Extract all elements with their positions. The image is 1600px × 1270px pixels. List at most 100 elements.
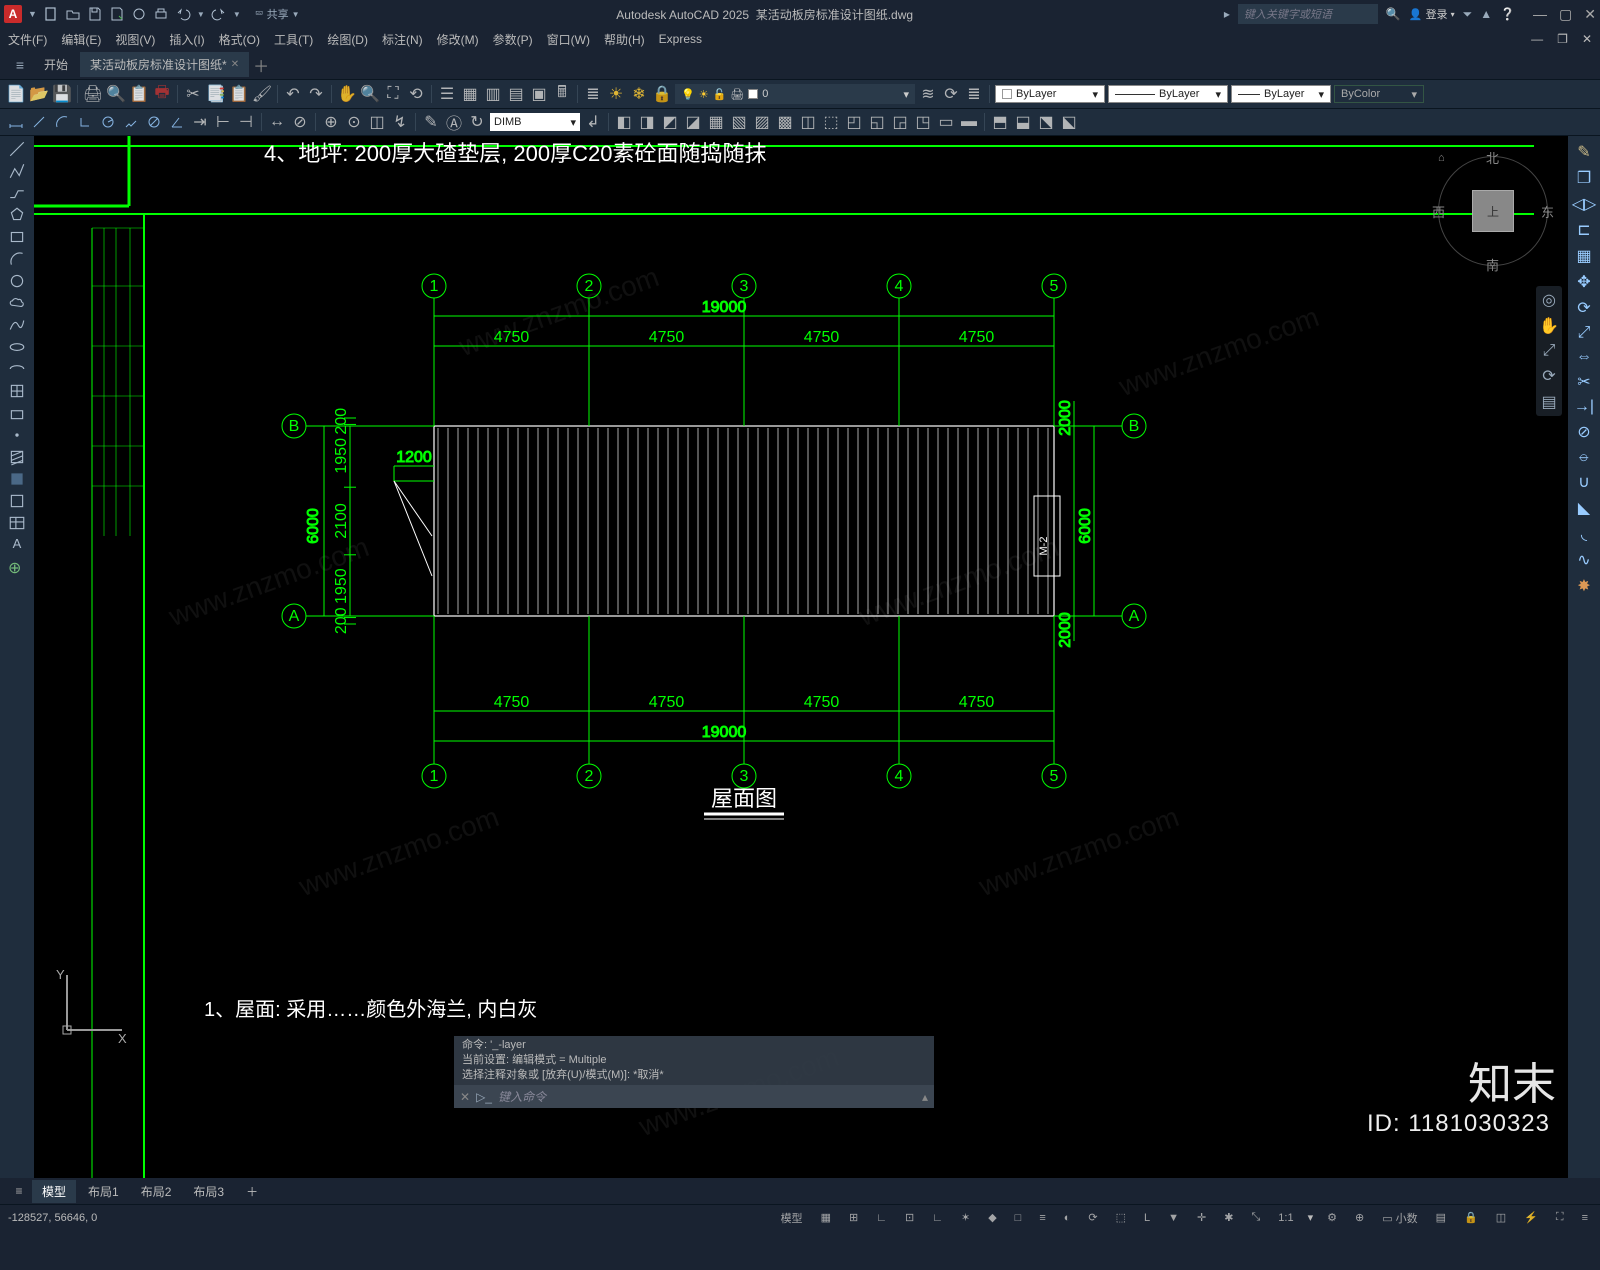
linetype-dropdown[interactable]: ByLayer▾: [1108, 85, 1228, 103]
dim-jogged-icon[interactable]: [121, 112, 141, 132]
tool-c-icon[interactable]: ◩: [660, 112, 680, 132]
table-icon[interactable]: [8, 514, 26, 532]
viewcube-top[interactable]: 上: [1472, 190, 1514, 232]
layer-lock-icon[interactable]: 🔒: [652, 84, 672, 104]
workspace-icon[interactable]: ⚙: [1323, 1209, 1341, 1226]
doc-close-icon[interactable]: ✕: [1582, 32, 1592, 46]
centermark-icon[interactable]: ⊙: [344, 112, 364, 132]
fillet-icon[interactable]: ◟: [1581, 524, 1587, 544]
polygon-icon[interactable]: [8, 206, 26, 224]
isolate-icon[interactable]: ◫: [1492, 1209, 1510, 1226]
dyn-ucs-icon[interactable]: L: [1140, 1210, 1154, 1226]
tool-p-icon[interactable]: ▬: [959, 112, 979, 132]
pan-icon[interactable]: ✋: [337, 84, 357, 104]
osnap-icon[interactable]: □: [1011, 1210, 1026, 1226]
scale-icon[interactable]: ⤢: [1578, 324, 1591, 342]
jogline-icon[interactable]: ↯: [390, 112, 410, 132]
copy-icon[interactable]: 📑: [206, 84, 226, 104]
sheet-set-icon[interactable]: ▤: [506, 84, 526, 104]
dim-update-icon[interactable]: ↻: [467, 112, 487, 132]
tool-r-icon[interactable]: ⬓: [1013, 112, 1033, 132]
layer-sun-icon[interactable]: ☀: [606, 84, 626, 104]
doc-restore-icon[interactable]: ❐: [1557, 32, 1568, 46]
lock-ui-icon[interactable]: 🔒: [1460, 1209, 1482, 1226]
help-icon[interactable]: ❔: [1500, 7, 1515, 21]
redo-icon[interactable]: ↷: [306, 84, 326, 104]
zoom-rt-icon[interactable]: 🔍: [360, 84, 380, 104]
tab-hamburger-icon[interactable]: ≡: [8, 53, 32, 77]
redo-dropdown-icon[interactable]: ▼: [233, 10, 241, 19]
tool-e-icon[interactable]: ▦: [706, 112, 726, 132]
menu-window[interactable]: 窗口(W): [547, 31, 590, 48]
ortho-icon[interactable]: ∟: [928, 1210, 947, 1226]
dc-icon[interactable]: ▦: [460, 84, 480, 104]
block-icon[interactable]: [8, 404, 26, 422]
anno-vis-icon[interactable]: ✱: [1220, 1209, 1237, 1226]
menu-edit[interactable]: 编辑(E): [61, 31, 101, 48]
quickprops-icon[interactable]: ▤: [1432, 1209, 1450, 1226]
redo-icon[interactable]: [211, 6, 227, 22]
tool-t-icon[interactable]: ⬕: [1059, 112, 1079, 132]
trim-icon[interactable]: ✂: [1577, 372, 1590, 392]
hatch-icon[interactable]: [8, 448, 26, 466]
saveas-icon[interactable]: [109, 6, 125, 22]
steering-wheel-icon[interactable]: ◎: [1542, 290, 1556, 310]
tab-start[interactable]: 开始: [34, 52, 78, 77]
tab-document[interactable]: 某活动板房标准设计图纸* ✕: [80, 52, 249, 77]
undo-icon[interactable]: ↶: [283, 84, 303, 104]
search-caret-icon[interactable]: ▸: [1224, 7, 1230, 21]
menu-tools[interactable]: 工具(T): [274, 31, 313, 48]
layout-menu-icon[interactable]: ≡: [8, 1184, 30, 1198]
dim-diameter-icon[interactable]: [144, 112, 164, 132]
tab-close-icon[interactable]: ✕: [231, 59, 239, 70]
rotate-icon[interactable]: ⟳: [1577, 298, 1590, 318]
transparency-icon[interactable]: ◐: [1060, 1210, 1075, 1226]
tool-m-icon[interactable]: ◲: [890, 112, 910, 132]
circle-icon[interactable]: [8, 272, 26, 290]
doc-minimize-icon[interactable]: —: [1531, 32, 1543, 46]
ellipse-arc-icon[interactable]: [8, 360, 26, 378]
erase-icon[interactable]: ✎: [1577, 142, 1590, 162]
menu-draw[interactable]: 绘图(D): [327, 31, 368, 48]
command-line[interactable]: ✕ ▷_ 键入命令 ▴: [454, 1085, 934, 1108]
blend-icon[interactable]: ∿: [1577, 550, 1590, 570]
tool-palette-icon[interactable]: ▥: [483, 84, 503, 104]
menu-insert[interactable]: 插入(I): [169, 31, 204, 48]
zoom-prev-icon[interactable]: ⟲: [406, 84, 426, 104]
search-input[interactable]: 键入关键字或短语: [1238, 4, 1378, 24]
menu-parametric[interactable]: 参数(P): [493, 31, 533, 48]
tab-layout3[interactable]: 布局3: [183, 1180, 234, 1203]
menu-dimension[interactable]: 标注(N): [382, 31, 423, 48]
command-window[interactable]: 命令: '_-layer 当前设置: 编辑模式 = Multiple 选择注释对…: [454, 1036, 934, 1108]
dim-angular-icon[interactable]: [167, 112, 187, 132]
undo-icon[interactable]: [175, 6, 191, 22]
annoscale-readout[interactable]: 1:1: [1274, 1210, 1297, 1226]
app-menu-chevron[interactable]: ▼: [28, 9, 37, 19]
paste-icon[interactable]: 📋: [229, 84, 249, 104]
polyline-icon[interactable]: [8, 184, 26, 202]
copy-obj-icon[interactable]: ❐: [1577, 168, 1591, 188]
inspect-icon[interactable]: ◫: [367, 112, 387, 132]
share-button[interactable]: ⮹ 共享 ▼: [249, 4, 306, 24]
rectangle-icon[interactable]: [8, 228, 26, 246]
open-icon[interactable]: [65, 6, 81, 22]
break-icon[interactable]: ⦵: [1577, 448, 1590, 466]
save-icon[interactable]: [87, 6, 103, 22]
color-dropdown[interactable]: ByLayer▾: [995, 85, 1105, 103]
array-icon[interactable]: ▦: [1576, 246, 1591, 266]
plot-icon[interactable]: 🖨: [83, 84, 103, 104]
dim-ordinate-icon[interactable]: [75, 112, 95, 132]
autodesk-logo-icon[interactable]: ▲: [1480, 7, 1492, 21]
move-icon[interactable]: ✥: [1577, 272, 1590, 292]
join-icon[interactable]: ∪: [1578, 472, 1590, 492]
new-icon[interactable]: 📄: [6, 84, 26, 104]
batch-plot-icon[interactable]: 🖶: [152, 84, 172, 104]
dim-aligned-icon[interactable]: [29, 112, 49, 132]
viewcube-south[interactable]: 南: [1486, 255, 1499, 274]
line-icon[interactable]: [8, 140, 26, 158]
new-icon[interactable]: [43, 6, 59, 22]
menu-modify[interactable]: 修改(M): [437, 31, 479, 48]
tool-n-icon[interactable]: ◳: [913, 112, 933, 132]
login-button[interactable]: 👤 登录 ▾: [1409, 6, 1455, 22]
menu-file[interactable]: 文件(F): [8, 31, 47, 48]
